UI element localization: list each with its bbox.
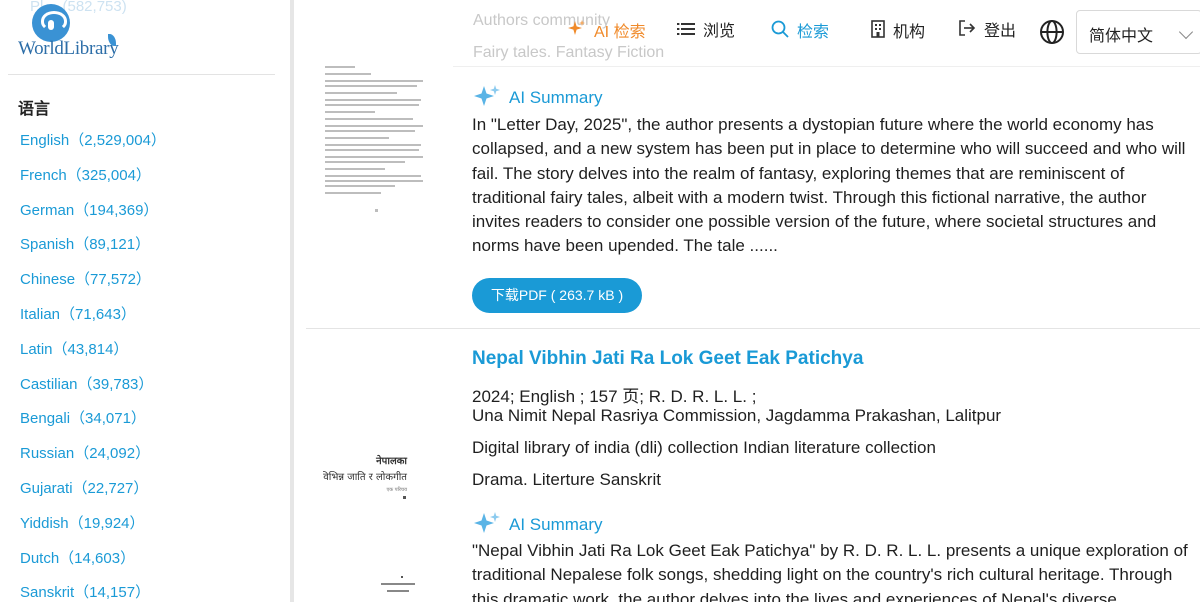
nav-search-label: 检索: [797, 24, 830, 42]
language-filter-heading: 语言: [18, 101, 51, 118]
building-icon: [871, 20, 885, 46]
globe-logo-icon: [32, 4, 70, 42]
logo-wordmark: WorldLibrary: [18, 38, 119, 59]
result2-collection: Digital library of india (dli) collectio…: [472, 438, 936, 457]
filter-sidebar: Pl… (582,753) WorldLibrary 语言 English（2,…: [0, 0, 292, 602]
language-filter-french[interactable]: French（325,004）: [20, 166, 166, 201]
result-divider: [306, 328, 1200, 329]
result2-title-link[interactable]: Nepal Vibhin Jati Ra Lok Geet Eak Patich…: [472, 348, 863, 370]
sparkle-icon: [473, 511, 501, 540]
search-results: Authors community Fairy tales. Fantasy F…: [293, 0, 1200, 602]
worldlibrary-logo[interactable]: WorldLibrary: [18, 4, 128, 60]
ai-summary-text: AI Summary: [509, 87, 603, 107]
document-page-icon: [325, 66, 423, 212]
language-select-value: 简体中文: [1089, 28, 1154, 45]
result2-subject: Drama. Literture Sanskrit: [472, 470, 661, 489]
language-filter-bengali[interactable]: Bengali（34,071）: [20, 409, 166, 444]
document-cover-icon: नेपालका विभिन्न जाति र लोकगीत एक परिचय: [321, 454, 415, 592]
nav-ai-search[interactable]: AI 检索: [568, 20, 646, 44]
result1-summary: In "Letter Day, 2025", the author presen…: [472, 115, 1186, 256]
language-filter-gujarati[interactable]: Gujarati（22,727）: [20, 479, 166, 514]
thumb-line-2: विभिन्न जाति र लोकगीत: [323, 471, 407, 483]
result2-summary: "Nepal Vibhin Jati Ra Lok Geet Eak Patic…: [472, 541, 1188, 602]
sparkle-icon: [473, 84, 501, 113]
chevron-down-icon: [1178, 24, 1194, 40]
result1-cover-thumbnail[interactable]: [323, 64, 433, 220]
language-filter-italian[interactable]: Italian（71,643）: [20, 305, 166, 340]
result2-cover-thumbnail[interactable]: नेपालका विभिन्न जाति र लोकगीत एक परिचय: [321, 430, 433, 602]
language-filter-sanskrit[interactable]: Sanskrit（14,157）: [20, 583, 166, 602]
sparkle-icon: [568, 20, 586, 46]
logout-icon: [958, 20, 976, 44]
language-filter-dutch[interactable]: Dutch（14,603）: [20, 549, 166, 584]
sidebar-divider: [8, 74, 275, 75]
language-filter-spanish[interactable]: Spanish（89,121）: [20, 235, 166, 270]
list-icon: [677, 20, 695, 44]
nav-logout[interactable]: 登出: [958, 20, 1016, 44]
language-filter-latin[interactable]: Latin（43,814）: [20, 340, 166, 375]
nav-ai-search-label: AI 检索: [594, 24, 646, 42]
nav-institution[interactable]: 机构: [871, 20, 925, 44]
language-filter-castilian[interactable]: Castilian（39,783）: [20, 375, 166, 410]
thumb-line-3: एक परिचय: [387, 486, 408, 493]
language-filter-german[interactable]: German（194,369）: [20, 201, 166, 236]
nav-logout-label: 登出: [984, 23, 1017, 41]
download-pdf-button[interactable]: 下载PDF ( 263.7 kB ): [472, 278, 642, 313]
nav-institution-label: 机构: [893, 24, 926, 42]
thumb-line-1: नेपालका: [375, 454, 407, 467]
result1-ai-summary-label: AI Summary: [473, 84, 603, 113]
result2-ai-summary-label: AI Summary: [473, 511, 603, 540]
header-divider: [453, 66, 1200, 67]
language-filter-english[interactable]: English（2,529,004）: [20, 131, 166, 166]
top-navigation: AI 检索 浏览 检索 机构 登出 简体中文: [293, 0, 1200, 66]
result2-publisher: Una Nimit Nepal Rasriya Commission, Jagd…: [472, 406, 1002, 425]
search-icon: [771, 20, 789, 46]
nav-search[interactable]: 检索: [771, 20, 829, 44]
nav-browse[interactable]: 浏览: [677, 20, 735, 44]
language-filter-russian[interactable]: Russian（24,092）: [20, 444, 166, 479]
language-filter-chinese[interactable]: Chinese（77,572）: [20, 270, 166, 305]
language-filter-yiddish[interactable]: Yiddish（19,924）: [20, 514, 166, 549]
globe-icon[interactable]: [1039, 19, 1065, 45]
nav-browse-label: 浏览: [703, 23, 736, 41]
ai-summary-text: AI Summary: [509, 514, 603, 534]
language-filter-list: English（2,529,004） French（325,004） Germa…: [20, 131, 166, 602]
result2-publication-info: 2024; English ; 157 页; R. D. R. L. L. ;: [472, 387, 757, 406]
language-select[interactable]: 简体中文: [1076, 10, 1200, 54]
